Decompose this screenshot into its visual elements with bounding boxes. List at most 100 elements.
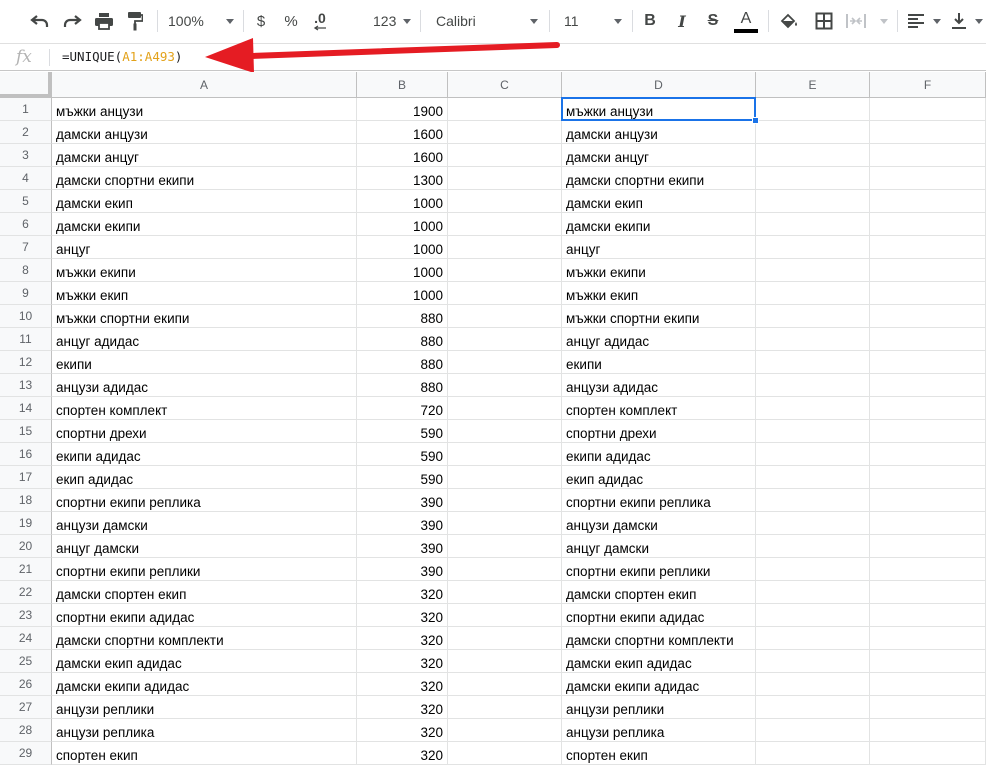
cell-b-24[interactable]: 320	[357, 627, 448, 650]
cell-d-10[interactable]: мъжки спортни екипи	[562, 305, 756, 328]
cell-a-4[interactable]: дамски спортни екипи	[52, 167, 357, 190]
cell-f-25[interactable]	[870, 650, 986, 673]
cell-a-28[interactable]: анцузи реплика	[52, 719, 357, 742]
vertical-align-button[interactable]	[951, 8, 983, 34]
cell-a-14[interactable]: спортен комплект	[52, 397, 357, 420]
cell-b-11[interactable]: 880	[357, 328, 448, 351]
cell-b-19[interactable]: 390	[357, 512, 448, 535]
percent-format-button[interactable]: %	[281, 8, 301, 34]
cell-b-7[interactable]: 1000	[357, 236, 448, 259]
cell-e-27[interactable]	[756, 696, 870, 719]
cell-d-21[interactable]: спортни екипи реплики	[562, 558, 756, 581]
cell-f-23[interactable]	[870, 604, 986, 627]
cell-d-6[interactable]: дамски екипи	[562, 213, 756, 236]
row-header[interactable]: 13	[0, 374, 52, 397]
cell-e-3[interactable]	[756, 144, 870, 167]
row-header[interactable]: 27	[0, 696, 52, 719]
borders-icon[interactable]	[813, 8, 835, 34]
cell-c-23[interactable]	[448, 604, 562, 627]
row-header[interactable]: 14	[0, 397, 52, 420]
cell-c-20[interactable]	[448, 535, 562, 558]
cell-a-12[interactable]: екипи	[52, 351, 357, 374]
formula-input[interactable]: =UNIQUE(A1:A493)	[62, 49, 182, 64]
cell-f-14[interactable]	[870, 397, 986, 420]
cell-d-4[interactable]: дамски спортни екипи	[562, 167, 756, 190]
cell-d-5[interactable]: дамски екип	[562, 190, 756, 213]
cell-c-11[interactable]	[448, 328, 562, 351]
cell-a-20[interactable]: анцуг дамски	[52, 535, 357, 558]
cell-c-5[interactable]	[448, 190, 562, 213]
cell-f-16[interactable]	[870, 443, 986, 466]
cell-c-25[interactable]	[448, 650, 562, 673]
cell-e-10[interactable]	[756, 305, 870, 328]
cell-f-17[interactable]	[870, 466, 986, 489]
row-header[interactable]: 4	[0, 167, 52, 190]
cell-f-9[interactable]	[870, 282, 986, 305]
cell-e-1[interactable]	[756, 98, 870, 121]
row-header[interactable]: 1	[0, 98, 52, 121]
cell-d-8[interactable]: мъжки екипи	[562, 259, 756, 282]
row-header[interactable]: 8	[0, 259, 52, 282]
cell-d-27[interactable]: анцузи реплики	[562, 696, 756, 719]
cell-d-17[interactable]: екип адидас	[562, 466, 756, 489]
cell-e-20[interactable]	[756, 535, 870, 558]
cell-f-3[interactable]	[870, 144, 986, 167]
cell-e-29[interactable]	[756, 742, 870, 765]
cell-c-1[interactable]	[448, 98, 562, 121]
cell-b-20[interactable]: 390	[357, 535, 448, 558]
cell-c-29[interactable]	[448, 742, 562, 765]
cell-e-19[interactable]	[756, 512, 870, 535]
cell-e-4[interactable]	[756, 167, 870, 190]
strikethrough-button[interactable]: S	[704, 8, 722, 34]
cell-a-24[interactable]: дамски спортни комплекти	[52, 627, 357, 650]
cell-f-8[interactable]	[870, 259, 986, 282]
cell-a-10[interactable]: мъжки спортни екипи	[52, 305, 357, 328]
font-select[interactable]: Calibri	[436, 8, 538, 34]
cell-c-10[interactable]	[448, 305, 562, 328]
cell-d-11[interactable]: анцуг адидас	[562, 328, 756, 351]
cell-e-26[interactable]	[756, 673, 870, 696]
cell-c-12[interactable]	[448, 351, 562, 374]
cell-e-24[interactable]	[756, 627, 870, 650]
row-header[interactable]: 2	[0, 121, 52, 144]
paint-format-icon[interactable]	[124, 8, 146, 34]
cell-b-25[interactable]: 320	[357, 650, 448, 673]
cell-c-21[interactable]	[448, 558, 562, 581]
cell-c-18[interactable]	[448, 489, 562, 512]
cell-b-5[interactable]: 1000	[357, 190, 448, 213]
cell-b-29[interactable]: 320	[357, 742, 448, 765]
cell-b-22[interactable]: 320	[357, 581, 448, 604]
cell-c-15[interactable]	[448, 420, 562, 443]
bold-button[interactable]: B	[641, 8, 659, 34]
cell-f-4[interactable]	[870, 167, 986, 190]
zoom-select[interactable]: 100%	[168, 8, 234, 34]
row-header[interactable]: 23	[0, 604, 52, 627]
row-header[interactable]: 20	[0, 535, 52, 558]
cell-c-3[interactable]	[448, 144, 562, 167]
print-icon[interactable]	[92, 8, 116, 34]
cell-e-22[interactable]	[756, 581, 870, 604]
cell-f-22[interactable]	[870, 581, 986, 604]
cell-b-18[interactable]: 390	[357, 489, 448, 512]
cell-a-7[interactable]: анцуг	[52, 236, 357, 259]
column-header-b[interactable]: B	[357, 72, 448, 98]
cell-a-21[interactable]: спортни екипи реплики	[52, 558, 357, 581]
row-header[interactable]: 24	[0, 627, 52, 650]
row-header[interactable]: 21	[0, 558, 52, 581]
cell-b-14[interactable]: 720	[357, 397, 448, 420]
cell-f-24[interactable]	[870, 627, 986, 650]
cell-f-10[interactable]	[870, 305, 986, 328]
cell-b-27[interactable]: 320	[357, 696, 448, 719]
cell-b-10[interactable]: 880	[357, 305, 448, 328]
cell-e-9[interactable]	[756, 282, 870, 305]
cell-b-16[interactable]: 590	[357, 443, 448, 466]
undo-icon[interactable]	[28, 8, 52, 34]
row-header[interactable]: 19	[0, 512, 52, 535]
cell-f-20[interactable]	[870, 535, 986, 558]
column-header-a[interactable]: A	[52, 72, 357, 98]
cell-c-4[interactable]	[448, 167, 562, 190]
cell-f-5[interactable]	[870, 190, 986, 213]
cell-c-28[interactable]	[448, 719, 562, 742]
cell-b-8[interactable]: 1000	[357, 259, 448, 282]
cell-f-27[interactable]	[870, 696, 986, 719]
